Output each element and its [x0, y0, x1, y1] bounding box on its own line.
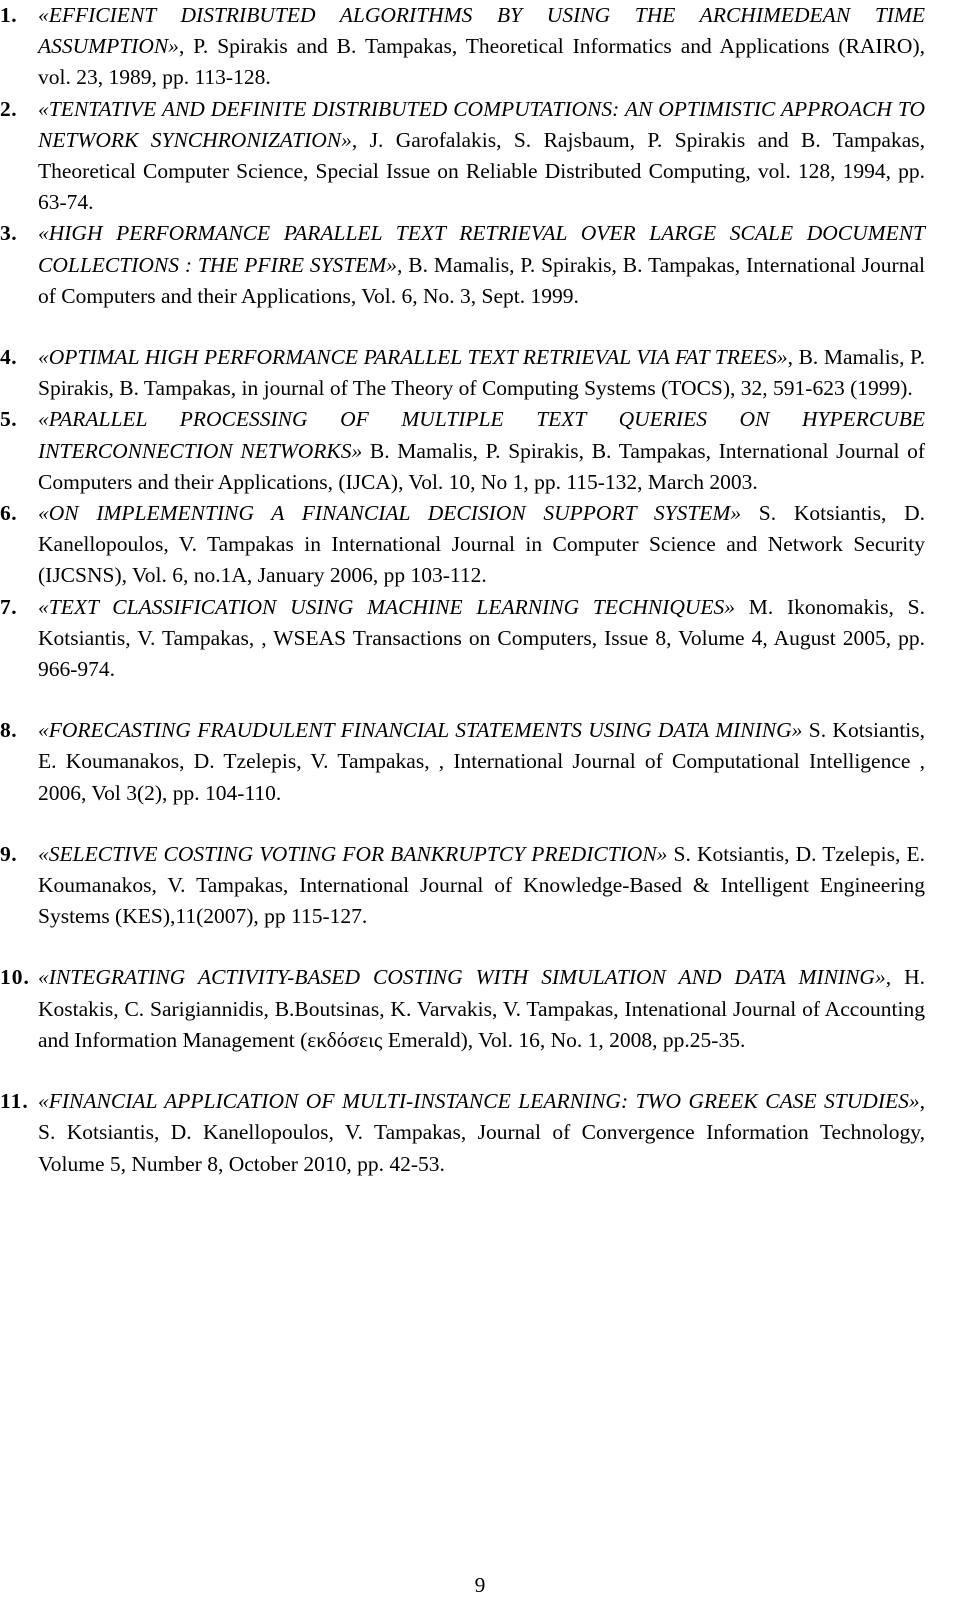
- reference-title: «INTEGRATING ACTIVITY-BASED COSTING WITH…: [38, 965, 886, 990]
- reference-body: «FINANCIAL APPLICATION OF MULTI-INSTANCE…: [38, 1086, 925, 1180]
- reference-number: 5.: [0, 407, 18, 432]
- reference-body: «PARALLEL PROCESSING OF MULTIPLE TEXT QU…: [38, 404, 925, 498]
- reference-entry: 3. «HIGH PERFORMANCE PARALLEL TEXT RETRIE…: [0, 218, 925, 312]
- reference-number: 1.: [0, 3, 18, 27]
- reference-number: 10.: [0, 965, 30, 990]
- reference-body: «ON IMPLEMENTING A FINANCIAL DECISION SU…: [38, 498, 925, 592]
- reference-entry: 2. «TENTATIVE AND DEFINITE DISTRIBUTED CO…: [0, 94, 925, 219]
- document-page: 1. «EFFICIENT DISTRIBUTED ALGORITHMS BY U…: [0, 0, 960, 1615]
- reference-title: «ON IMPLEMENTING A FINANCIAL DECISION SU…: [38, 501, 742, 526]
- reference-entry: 9. «SELECTIVE COSTING VOTING FOR BANKRUPT…: [0, 839, 925, 933]
- reference-body: «HIGH PERFORMANCE PARALLEL TEXT RETRIEVA…: [38, 218, 925, 312]
- reference-number: 9.: [0, 841, 18, 866]
- reference-body: «EFFICIENT DISTRIBUTED ALGORITHMS BY USI…: [38, 0, 925, 94]
- reference-entry: 4. «OPTIMAL HIGH PERFORMANCE PARALLEL TEX…: [0, 342, 925, 404]
- reference-title: «TEXT CLASSIFICATION USING MACHINE LEARN…: [38, 594, 736, 619]
- reference-body: «TENTATIVE AND DEFINITE DISTRIBUTED COMP…: [38, 94, 925, 219]
- reference-title: «SELECTIVE COSTING VOTING FOR BANKRUPTCY…: [38, 841, 668, 866]
- reference-title: «FINANCIAL APPLICATION OF MULTI-INSTANCE…: [38, 1089, 920, 1114]
- reference-entry: 5. «PARALLEL PROCESSING OF MULTIPLE TEXT …: [0, 404, 925, 498]
- reference-entry: 6. «ON IMPLEMENTING A FINANCIAL DECISION …: [0, 498, 925, 592]
- reference-number: 8.: [0, 718, 18, 743]
- reference-entry: 11. «FINANCIAL APPLICATION OF MULTI-INSTA…: [0, 1086, 925, 1180]
- reference-title: «FORECASTING FRAUDULENT FINANCIAL STATEM…: [38, 718, 803, 743]
- reference-number: 7.: [0, 594, 18, 619]
- reference-body: «FORECASTING FRAUDULENT FINANCIAL STATEM…: [38, 715, 925, 809]
- page-number: 9: [474, 1572, 486, 1597]
- reference-entry: 1. «EFFICIENT DISTRIBUTED ALGORITHMS BY U…: [0, 0, 925, 94]
- reference-entry: 8. «FORECASTING FRAUDULENT FINANCIAL STAT…: [0, 715, 925, 809]
- reference-number: 6.: [0, 501, 18, 526]
- reference-entry: 10. «INTEGRATING ACTIVITY-BASED COSTING W…: [0, 962, 925, 1056]
- reference-entry: 7. «TEXT CLASSIFICATION USING MACHINE LEA…: [0, 592, 925, 686]
- reference-number: 3.: [0, 221, 18, 246]
- reference-number: 11.: [0, 1089, 29, 1114]
- reference-title: «OPTIMAL HIGH PERFORMANCE PARALLEL TEXT …: [38, 345, 788, 370]
- reference-body: «OPTIMAL HIGH PERFORMANCE PARALLEL TEXT …: [38, 342, 925, 404]
- reference-number: 4.: [0, 345, 18, 370]
- reference-body: «INTEGRATING ACTIVITY-BASED COSTING WITH…: [38, 962, 925, 1056]
- reference-list: 1. «EFFICIENT DISTRIBUTED ALGORITHMS BY U…: [0, 0, 925, 1180]
- reference-number: 2.: [0, 96, 18, 121]
- reference-body: «TEXT CLASSIFICATION USING MACHINE LEARN…: [38, 592, 925, 686]
- reference-body: «SELECTIVE COSTING VOTING FOR BANKRUPTCY…: [38, 839, 925, 933]
